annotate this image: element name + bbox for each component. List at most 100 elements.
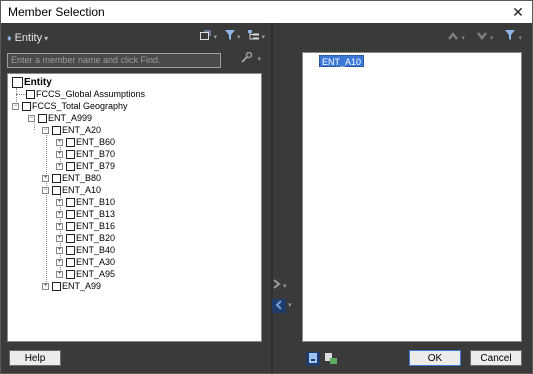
hierarchy-options-button[interactable]: ▾ (248, 30, 265, 43)
selected-member[interactable]: ENT_A10 (319, 55, 365, 67)
tree-node[interactable]: − FCCS_Total Geography (12, 100, 128, 112)
tree-node-label: ENT_B13 (76, 209, 116, 219)
tree-node[interactable]: − ENT_A10 (42, 184, 101, 196)
member-checkbox[interactable] (52, 185, 61, 195)
member-checkbox[interactable] (66, 161, 75, 171)
chevron-down-icon: ▾ (283, 282, 287, 290)
tree-node-label: ENT_B79 (76, 161, 116, 171)
view-options-button[interactable]: ▾ (200, 30, 217, 43)
chevron-down-icon: ▾ (213, 33, 217, 41)
member-tree: Entity FCCS_Global Assumptions − FCCS_Total… (7, 73, 262, 342)
chevron-up-icon (448, 31, 461, 43)
chevron-left-icon (275, 299, 283, 313)
member-selection-dialog: Member Selection ✕ ♦ Entity ▾ ▾ ▾ ▾ Ente… (0, 0, 533, 374)
expand-icon[interactable]: + (56, 270, 63, 278)
bottom-icon-group (306, 352, 338, 366)
expand-icon[interactable]: + (42, 174, 49, 182)
ok-button[interactable]: OK (409, 350, 461, 366)
tree-node[interactable]: + ENT_B16 (56, 220, 115, 232)
function-icon (325, 352, 337, 366)
expand-icon[interactable]: + (56, 162, 63, 170)
tree-node[interactable]: FCCS_Global Assumptions (26, 88, 145, 100)
chevron-down-icon: ▾ (489, 34, 494, 42)
tree-node[interactable]: + ENT_B10 (56, 196, 115, 208)
expand-icon[interactable]: + (56, 138, 63, 146)
tree-node[interactable]: + ENT_B60 (56, 136, 115, 148)
chevron-down-icon: ▾ (518, 35, 522, 42)
collapse-icon[interactable]: − (28, 114, 35, 122)
tree-node[interactable]: − ENT_A20 (42, 124, 101, 136)
tree-node[interactable]: + ENT_B70 (56, 148, 115, 160)
member-checkbox[interactable] (12, 76, 23, 88)
filter-icon (224, 30, 235, 43)
collapse-icon[interactable]: − (42, 126, 49, 134)
member-checkbox[interactable] (52, 125, 61, 135)
tree-node-label: ENT_B70 (76, 149, 116, 159)
find-button[interactable]: ▾ (241, 51, 261, 66)
dimension-icon: ♦ (7, 33, 12, 43)
member-checkbox[interactable] (66, 233, 75, 243)
add-to-selection-button[interactable]: ▾ (273, 279, 287, 292)
tree-node[interactable]: + ENT_B79 (56, 160, 115, 172)
tree-node-label: Entity (24, 76, 52, 88)
collapse-icon[interactable]: − (12, 102, 19, 110)
expand-icon[interactable]: + (56, 150, 63, 158)
expand-icon[interactable]: + (56, 246, 63, 254)
tree-node-label: ENT_B16 (76, 221, 116, 231)
tree-node[interactable]: + ENT_B40 (56, 244, 115, 256)
collapse-icon[interactable]: − (42, 186, 49, 194)
member-checkbox[interactable] (66, 269, 75, 279)
expand-icon[interactable]: + (56, 198, 63, 206)
member-checkbox[interactable] (52, 281, 61, 291)
expand-icon[interactable]: + (42, 282, 49, 290)
tree-node[interactable]: + ENT_B20 (56, 232, 115, 244)
member-checkbox[interactable] (66, 245, 75, 255)
member-checkbox[interactable] (52, 173, 61, 183)
filter-button[interactable]: ▾ (224, 30, 240, 43)
expand-icon[interactable]: + (56, 222, 63, 230)
member-search-input[interactable] (7, 52, 221, 68)
member-view-button[interactable] (306, 352, 320, 366)
member-checkbox[interactable] (22, 101, 31, 111)
tree-node[interactable]: + ENT_A95 (56, 268, 115, 280)
member-checkbox[interactable] (66, 257, 75, 267)
title-bar: Member Selection ✕ (1, 1, 532, 23)
member-checkbox[interactable] (66, 137, 75, 147)
tree-node[interactable]: + ENT_B13 (56, 208, 115, 220)
member-checkbox[interactable] (66, 149, 75, 159)
tree-node[interactable]: + ENT_A99 (42, 280, 101, 292)
expand-icon[interactable]: + (56, 210, 63, 218)
move-up-button[interactable]: ▾ (448, 31, 465, 43)
member-checkbox[interactable] (38, 113, 47, 123)
chevron-down-icon: ▾ (44, 33, 49, 43)
chevron-down-icon: ▾ (461, 34, 465, 42)
chevron-right-icon (273, 279, 281, 292)
function-view-button[interactable] (324, 352, 338, 366)
filter-icon (505, 30, 518, 43)
cancel-button[interactable]: Cancel (470, 350, 522, 366)
tree-node[interactable]: + ENT_A30 (56, 256, 115, 268)
remove-from-selection-button[interactable] (272, 299, 286, 313)
help-button[interactable]: Help (9, 350, 61, 366)
document-icon (309, 353, 317, 365)
move-down-button[interactable]: ▾ (476, 31, 494, 43)
tree-node[interactable]: − ENT_A999 (28, 112, 92, 124)
panel-divider (271, 23, 273, 373)
expand-icon[interactable]: + (56, 234, 63, 242)
tree-node[interactable]: Entity (12, 76, 52, 88)
chevron-down-icon[interactable]: ▾ (288, 301, 292, 309)
member-checkbox[interactable] (66, 221, 75, 231)
member-checkbox[interactable] (26, 89, 35, 99)
tree-node-label: ENT_B40 (76, 245, 116, 255)
expand-icon[interactable]: + (56, 258, 63, 266)
view-icon (200, 30, 211, 43)
search-row: ▾ (7, 51, 265, 68)
selection-filter-button[interactable]: ▾ (505, 30, 522, 43)
dialog-title: Member Selection (8, 5, 105, 19)
member-checkbox[interactable] (66, 197, 75, 207)
tree-node[interactable]: + ENT_B80 (42, 172, 101, 184)
tree-node-label: FCCS_Total Geography (32, 101, 128, 111)
dimension-select[interactable]: ♦ Entity ▾ (7, 32, 48, 44)
close-icon[interactable]: ✕ (508, 2, 528, 22)
member-checkbox[interactable] (66, 209, 75, 219)
